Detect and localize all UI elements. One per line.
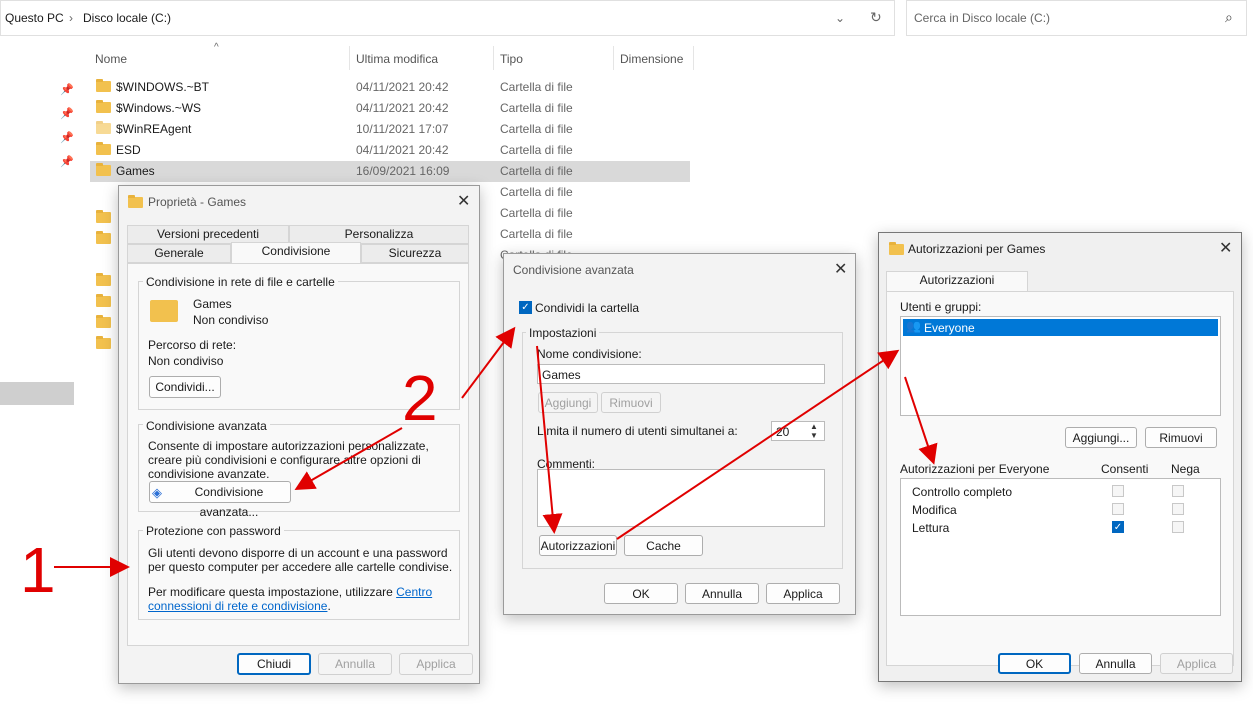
arrow-to-everyone — [616, 349, 900, 540]
arrow-2-to-share-checkbox — [461, 326, 516, 399]
arrow-to-permission-list — [904, 376, 938, 465]
annotation-arrows — [54, 326, 938, 577]
arrow-2-to-advanced-button — [294, 427, 403, 490]
arrow-down-to-permissions-button — [536, 345, 563, 534]
